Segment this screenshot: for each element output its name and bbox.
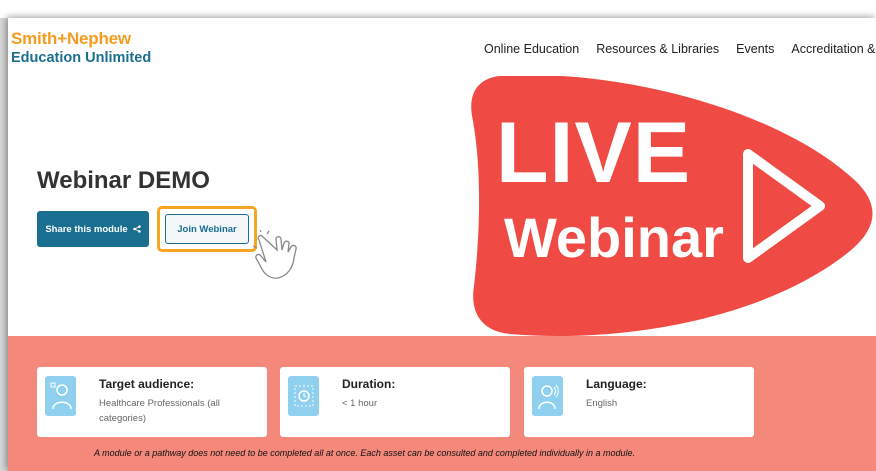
nav-accreditation-cme[interactable]: Accreditation & CME xyxy=(791,42,876,56)
language-card: Language: English xyxy=(524,367,754,437)
main-nav: Online Education Resources & Libraries E… xyxy=(484,42,876,56)
speaking-person-icon xyxy=(532,376,563,416)
audience-card: Target audience: Healthcare Professional… xyxy=(37,367,267,437)
pointer-hand-icon xyxy=(253,230,297,279)
language-value: English xyxy=(586,398,618,409)
page-frame: Smith+Nephew Education Unlimited Online … xyxy=(8,18,876,471)
language-title: Language: xyxy=(586,377,647,391)
brand-name: Smith+Nephew xyxy=(11,29,131,48)
join-webinar-highlight: Join Webinar xyxy=(157,206,257,252)
duration-value: < 1 hour xyxy=(342,398,378,409)
brand-subtitle: Education Unlimited xyxy=(11,50,152,66)
audience-title: Target audience: xyxy=(99,377,195,391)
live-banner-text: LIVE xyxy=(496,105,692,201)
webinar-banner-text: Webinar xyxy=(504,206,724,269)
nav-online-education[interactable]: Online Education xyxy=(484,42,579,56)
duration-card: Duration: < 1 hour xyxy=(280,367,510,437)
page-title: Webinar DEMO xyxy=(37,167,210,194)
share-icon xyxy=(132,225,141,233)
nav-events[interactable]: Events xyxy=(736,42,774,56)
clock-icon xyxy=(288,376,319,416)
audience-icon xyxy=(45,376,76,416)
duration-title: Duration: xyxy=(342,377,396,391)
join-webinar-button[interactable]: Join Webinar xyxy=(165,214,249,244)
brand-logo[interactable]: Smith+Nephew Education Unlimited xyxy=(11,30,151,66)
completion-note: A module or a pathway does not need to b… xyxy=(94,448,636,458)
share-module-button[interactable]: Share this module xyxy=(37,211,149,247)
share-button-label: Share this module xyxy=(45,223,128,235)
nav-resources-libraries[interactable]: Resources & Libraries xyxy=(596,42,719,56)
audience-value: Healthcare Professionals (all categories… xyxy=(99,398,220,424)
top-strip xyxy=(0,0,876,18)
